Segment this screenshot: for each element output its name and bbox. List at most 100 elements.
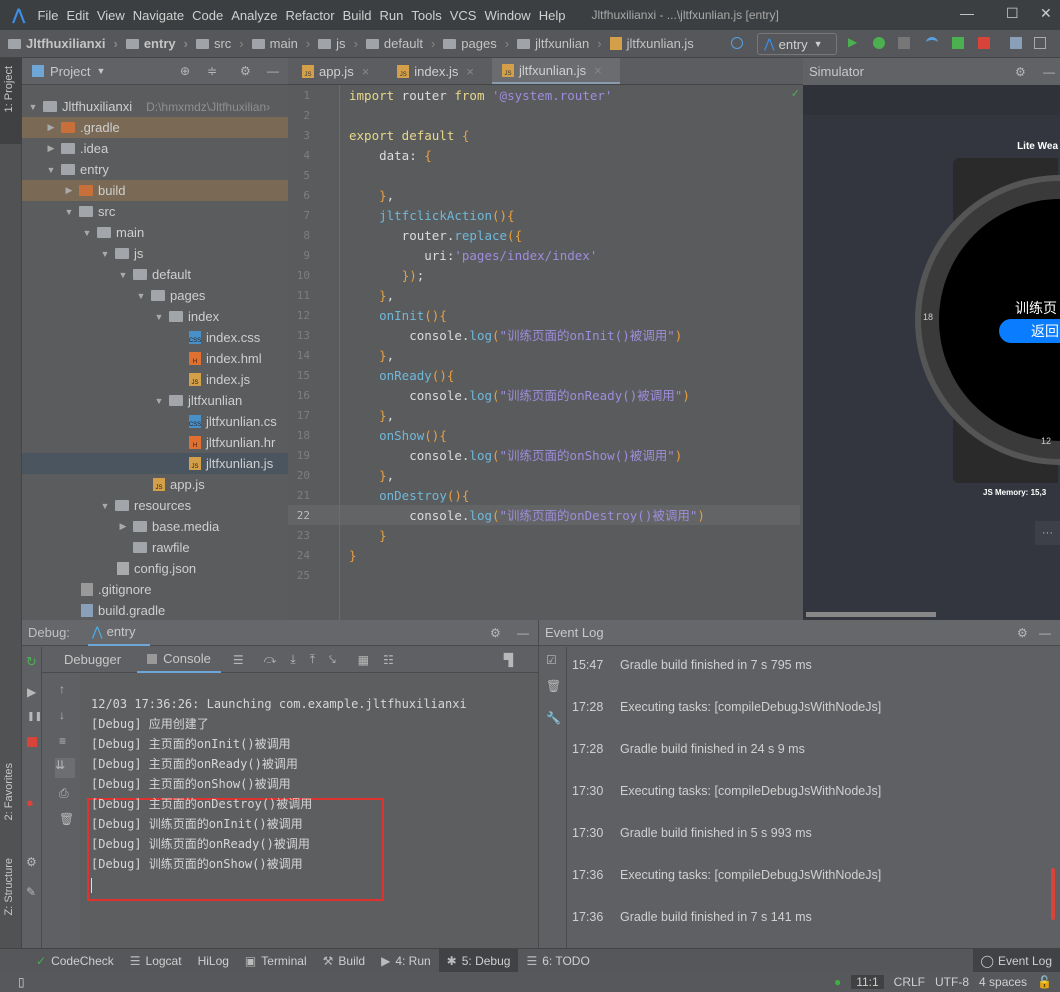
chevron-down-icon[interactable]: ▼: [98, 249, 112, 259]
pause-icon[interactable]: ❚❚: [27, 711, 42, 722]
file-encoding[interactable]: UTF-8: [935, 975, 969, 989]
close-tab-icon[interactable]: ×: [362, 64, 370, 79]
tab-console[interactable]: Console: [137, 647, 221, 673]
project-view-select[interactable]: Project: [50, 64, 90, 79]
clear-icon[interactable]: 🗑: [546, 679, 561, 693]
step-over-icon[interactable]: ⤼: [264, 652, 277, 667]
tool-window-hilog[interactable]: HiLog: [190, 949, 237, 973]
tool-window-build[interactable]: ⚒ Build: [315, 949, 373, 973]
chevron-down-icon[interactable]: ▼: [116, 270, 130, 280]
project-side-tab-label[interactable]: 1: Project: [3, 66, 15, 112]
menu-analyze[interactable]: Analyze: [231, 8, 277, 23]
tree-item[interactable]: CSS index.css: [22, 327, 288, 348]
tree-item[interactable]: ▼ pages: [22, 285, 288, 306]
tree-item[interactable]: ▼ src: [22, 201, 288, 222]
chevron-right-icon[interactable]: ▶: [44, 143, 58, 154]
line-separator[interactable]: CRLF: [894, 975, 925, 989]
collapse-all-icon[interactable]: ≑: [207, 64, 217, 78]
tree-item[interactable]: ▼ jltfxunlian: [22, 390, 288, 411]
chevron-down-icon[interactable]: ▼: [26, 102, 40, 112]
event-text[interactable]: Executing tasks: [compileDebugJsWithNode…: [620, 700, 881, 714]
debug-session-tab[interactable]: ⋀ entry: [87, 620, 150, 646]
hide-icon[interactable]: —: [1043, 65, 1055, 79]
tree-item[interactable]: ▼ Jltfhuxilianxi D:\hmxmdz\Jltfhuxilian›: [22, 96, 288, 117]
menu-window[interactable]: Window: [484, 8, 530, 23]
event-text[interactable]: Gradle build finished in 5 s 993 ms: [620, 826, 812, 840]
tree-item[interactable]: .gitignore: [22, 579, 288, 600]
scroll-to-end-icon[interactable]: ⇊: [55, 758, 75, 778]
tab-debugger[interactable]: Debugger: [42, 647, 137, 673]
tree-item[interactable]: JS app.js: [22, 474, 288, 495]
print-icon[interactable]: ⎙: [59, 786, 69, 801]
stop-button[interactable]: [978, 37, 990, 49]
soft-wrap-icon[interactable]: ≡: [59, 734, 66, 748]
breadcrumb-item[interactable]: main ›: [251, 36, 310, 51]
gear-icon[interactable]: ⚙: [26, 855, 37, 869]
menu-view[interactable]: View: [97, 8, 125, 23]
layout-icon[interactable]: ▜: [504, 653, 513, 667]
tab-jltfxunlian-js[interactable]: JS jltfxunlian.js ×: [491, 58, 620, 84]
close-tab-icon[interactable]: ×: [594, 63, 602, 78]
evaluate-icon[interactable]: ▦: [358, 653, 369, 667]
chevron-down-icon[interactable]: ▼: [152, 312, 166, 322]
tool-window-5debug[interactable]: ✱ 5: Debug: [438, 948, 519, 973]
tree-item[interactable]: ▶ .gradle: [22, 117, 288, 138]
tab-index-js[interactable]: JS index.js ×: [387, 58, 492, 84]
chevron-right-icon[interactable]: ▶: [62, 185, 76, 196]
breadcrumb-item[interactable]: jltfxunlian.js: [609, 36, 694, 51]
chevron-right-icon[interactable]: ▶: [116, 521, 130, 532]
tool-window-terminal[interactable]: ▣ Terminal: [237, 949, 315, 973]
attach-button[interactable]: [926, 37, 938, 49]
menu-icon[interactable]: ☰: [233, 653, 244, 667]
tool-window-codecheck[interactable]: ✓ CodeCheck: [28, 949, 122, 973]
apply-changes-button[interactable]: [952, 37, 964, 49]
hide-icon[interactable]: —: [1039, 626, 1051, 640]
breadcrumb-item[interactable]: Jltfhuxilianxi ›: [8, 36, 118, 51]
trace-icon[interactable]: ☷: [383, 653, 394, 667]
step-into-icon[interactable]: ⤓: [290, 652, 295, 667]
tree-item[interactable]: ▶ .idea: [22, 138, 288, 159]
tree-item[interactable]: ▶ base.media: [22, 516, 288, 537]
more-button[interactable]: ···: [1035, 521, 1060, 545]
chevron-down-icon[interactable]: ▼: [98, 501, 112, 511]
minimize-button[interactable]: —: [960, 5, 974, 21]
profile-button[interactable]: [898, 37, 910, 49]
structure-side-tab[interactable]: Z: Structure: [3, 858, 15, 915]
event-text[interactable]: Gradle build finished in 7 s 795 ms: [620, 658, 812, 672]
hide-icon[interactable]: —: [517, 626, 529, 640]
event-text[interactable]: Gradle build finished in 24 s 9 ms: [620, 742, 805, 756]
breadcrumb-item[interactable]: jltfxunlian ›: [517, 36, 602, 51]
menu-refactor[interactable]: Refactor: [285, 8, 334, 23]
down-arrow-icon[interactable]: ↓: [59, 708, 65, 722]
breadcrumb-item[interactable]: default ›: [365, 36, 435, 51]
tree-item[interactable]: ▼ default: [22, 264, 288, 285]
wrench-icon[interactable]: 🔧: [546, 711, 561, 725]
chevron-down-icon[interactable]: ▼: [80, 228, 94, 238]
up-arrow-icon[interactable]: ↑: [59, 682, 65, 696]
menu-navigate[interactable]: Navigate: [133, 8, 184, 23]
hide-icon[interactable]: —: [267, 64, 279, 78]
back-button[interactable]: 返回: [999, 319, 1060, 343]
locate-icon[interactable]: ⊕: [180, 64, 190, 78]
tree-item[interactable]: config.json: [22, 558, 288, 579]
tree-item[interactable]: JS jltfxunlian.js: [22, 453, 288, 474]
tab-app-js[interactable]: JS app.js ×: [292, 58, 387, 84]
run-config-select[interactable]: ⋀ entry ▼: [757, 33, 837, 55]
breadcrumb-item[interactable]: entry ›: [125, 36, 188, 51]
maximize-button[interactable]: ☐: [1006, 5, 1019, 22]
vertical-scrollbar[interactable]: [1051, 868, 1055, 920]
tree-item[interactable]: ▼ index: [22, 306, 288, 327]
gear-icon[interactable]: ⚙: [1017, 626, 1028, 640]
tool-window-6todo[interactable]: ☰ 6: TODO: [518, 949, 597, 973]
chevron-down-icon[interactable]: ▼: [134, 291, 148, 301]
close-tab-icon[interactable]: ×: [466, 64, 474, 79]
step-out-icon[interactable]: ⤒: [310, 652, 315, 667]
gear-icon[interactable]: ⚙: [1015, 65, 1026, 79]
caret-position[interactable]: 11:1: [851, 975, 884, 989]
chevron-right-icon[interactable]: ▶: [44, 122, 58, 133]
tree-item[interactable]: ▼ main: [22, 222, 288, 243]
resume-icon[interactable]: ▶: [27, 685, 36, 699]
tree-item[interactable]: Hindex.hml: [22, 348, 288, 369]
menu-run[interactable]: Run: [380, 8, 404, 23]
menu-file[interactable]: File: [37, 8, 58, 23]
